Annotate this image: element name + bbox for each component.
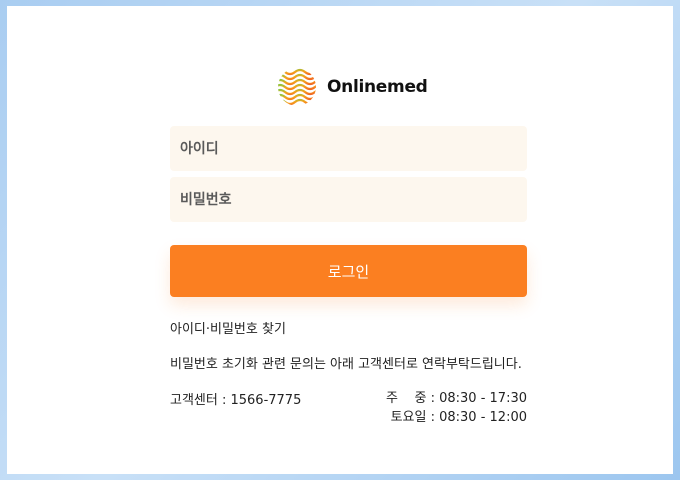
weekday-hours: 주 중 : 08:30 - 17:30 [386, 391, 527, 406]
wave-globe-logo-icon [278, 68, 316, 106]
brand-name: Onlinemed [327, 77, 428, 97]
password-input[interactable] [170, 177, 527, 222]
login-card: Onlinemed 로그인 아이디·비밀번호 찾기 비밀번호 초기화 관련 문의… [7, 6, 673, 474]
business-hours: 주 중 : 08:30 - 17:30 토요일 : 08:30 - 12:00 [386, 389, 527, 427]
password-reset-notice: 비밀번호 초기화 관련 문의는 아래 고객센터로 연락부탁드립니다. [170, 357, 522, 372]
id-input[interactable] [170, 126, 527, 171]
find-id-password-link[interactable]: 아이디·비밀번호 찾기 [170, 318, 286, 337]
login-button[interactable]: 로그인 [170, 245, 527, 297]
brand-logo: Onlinemed [277, 67, 428, 107]
customer-center-phone: 고객센터 : 1566-7775 [170, 393, 302, 408]
saturday-hours: 토요일 : 08:30 - 12:00 [390, 410, 527, 425]
